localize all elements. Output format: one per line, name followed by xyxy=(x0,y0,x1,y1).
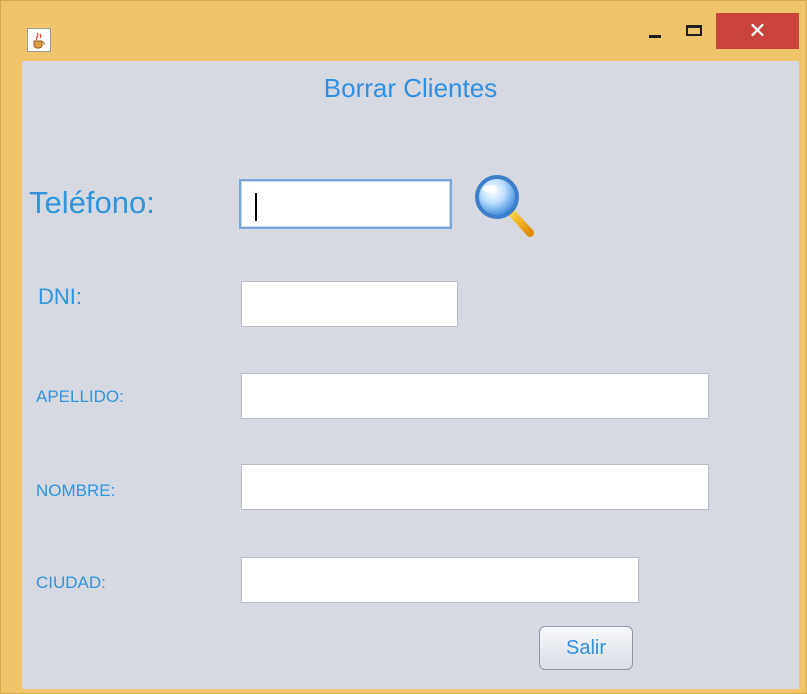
close-button[interactable]: ✕ xyxy=(716,13,799,49)
page-title: Borrar Clientes xyxy=(323,73,498,103)
apellido-input[interactable] xyxy=(241,373,709,419)
maximize-button[interactable] xyxy=(674,15,716,45)
minimize-button[interactable] xyxy=(634,15,676,45)
title-bar[interactable]: ✕ xyxy=(1,1,807,59)
search-button[interactable] xyxy=(472,171,536,239)
ciudad-label: CIUDAD: xyxy=(36,573,106,592)
close-icon: ✕ xyxy=(748,18,767,43)
nombre-input[interactable] xyxy=(241,464,709,510)
ciudad-input[interactable] xyxy=(241,557,639,603)
text-caret xyxy=(255,193,257,221)
nombre-label: NOMBRE: xyxy=(36,481,116,500)
telefono-label: Teléfono: xyxy=(29,185,155,220)
dni-label: DNI: xyxy=(38,284,82,309)
form-panel: Borrar Clientes Teléfono: DNI: APELLIDO:… xyxy=(22,61,799,689)
telefono-input[interactable] xyxy=(239,179,452,229)
magnifier-icon xyxy=(475,175,534,237)
dni-input[interactable] xyxy=(241,281,458,327)
java-cup-icon[interactable] xyxy=(27,28,51,52)
apellido-label: APELLIDO: xyxy=(36,387,124,406)
salir-button[interactable]: Salir xyxy=(539,626,633,670)
app-window: ✕ Borrar Clientes Teléfono: DNI: APELLID… xyxy=(0,0,807,694)
